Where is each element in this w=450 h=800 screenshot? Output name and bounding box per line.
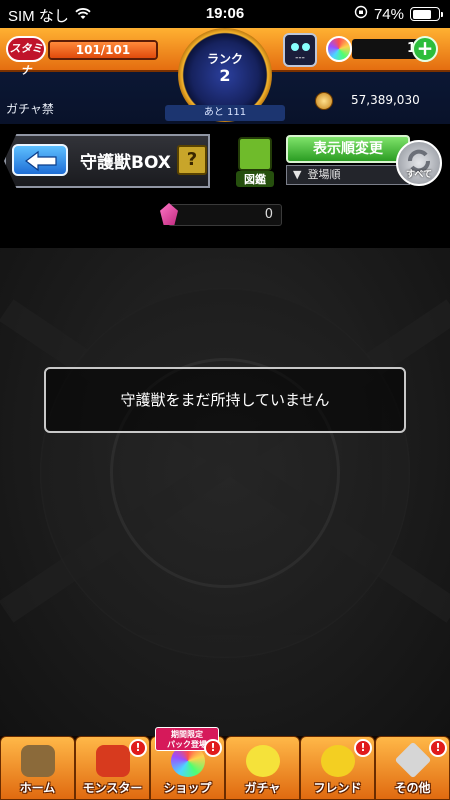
filter-icon: ▼ — [293, 168, 302, 181]
robot-icon[interactable]: --- — [283, 33, 317, 67]
sort-order-button[interactable]: 表示順変更 — [286, 135, 410, 163]
stamina-label: スタミナ — [6, 36, 46, 77]
stamina-bar[interactable]: 101/101 — [48, 40, 158, 60]
notification-badge: ! — [354, 739, 372, 757]
friend-icon — [321, 745, 355, 777]
nav-home-label: ホーム — [19, 781, 56, 795]
status-right: 74% — [354, 5, 443, 23]
show-all-button[interactable]: すべて — [396, 140, 442, 186]
empty-state-message: 守護獣をまだ所持していません — [44, 367, 406, 433]
back-arrow-icon — [25, 150, 57, 172]
robot-eye-right — [302, 43, 310, 51]
zukan-button[interactable]: 図鑑 — [236, 137, 274, 187]
other-icon — [394, 741, 432, 779]
notification-badge: ! — [204, 739, 222, 757]
player-header: スタミナ 101/101 ランク 2 --- 1 + ガチャ禁 あと 111 5… — [0, 28, 450, 124]
nav-gacha-label: ガチャ — [244, 781, 281, 795]
nav-shop-label: ショップ — [163, 781, 212, 795]
notification-badge: ! — [429, 739, 447, 757]
robot-value: --- — [295, 53, 305, 63]
zukan-icon — [238, 137, 272, 171]
nav-other-label: その他 — [394, 781, 431, 795]
home-icon — [21, 745, 55, 777]
nav-shop[interactable]: 期間限定 パック登場 ! ショップ — [150, 727, 225, 800]
nav-home[interactable]: ホーム — [0, 736, 75, 800]
notification-badge: ! — [129, 739, 147, 757]
page-title: 守護獣BOX — [80, 153, 171, 173]
show-all-label: すべて — [405, 170, 432, 180]
battery-icon — [410, 7, 443, 21]
status-bar: SIM なし 19:06 74% — [0, 0, 450, 28]
rank-label: ランク — [206, 52, 243, 66]
battery-fill — [412, 9, 431, 19]
gacha-ban-label: ガチャ禁 — [6, 102, 54, 116]
box-content-area — [0, 248, 450, 736]
orb-icon — [326, 36, 352, 62]
rank-value: 2 — [219, 66, 231, 85]
nav-other[interactable]: ! その他 — [375, 736, 450, 800]
back-button[interactable] — [12, 144, 68, 176]
add-orb-button[interactable]: + — [412, 36, 438, 62]
sort-mode-label: 登場順 — [307, 168, 341, 181]
stamina-value: 101/101 — [75, 43, 131, 57]
bottom-navigation: ホーム ! モンスター 期間限定 パック登場 ! ショップ ガチャ ! フレンド… — [0, 727, 450, 800]
item-count: 0 — [264, 207, 273, 222]
item-count-box: 0 — [168, 204, 282, 226]
gacha-icon — [246, 745, 280, 777]
help-button[interactable]: ? — [177, 145, 207, 175]
battery-percent: 74% — [373, 5, 404, 23]
dragon-emblem-background — [40, 288, 410, 658]
monster-icon — [96, 745, 130, 777]
orientation-lock-icon — [354, 5, 368, 23]
nav-monster[interactable]: ! モンスター — [75, 736, 150, 800]
nav-gacha[interactable]: ガチャ — [225, 736, 300, 800]
nav-friend-label: フレンド — [313, 781, 362, 795]
robot-eye-left — [291, 43, 299, 51]
next-rank-remaining: あと 111 — [165, 105, 285, 121]
nav-friend[interactable]: ! フレンド — [300, 736, 375, 800]
nav-monster-label: モンスター — [82, 781, 143, 795]
coin-icon — [315, 92, 333, 110]
sort-mode-display[interactable]: ▼ 登場順 — [286, 165, 410, 185]
zukan-label: 図鑑 — [236, 171, 274, 187]
coin-value: 57,389,030 — [351, 93, 420, 107]
box-title-bar: 守護獣BOX ? 図鑑 表示順変更 ▼ 登場順 すべて — [0, 134, 450, 194]
